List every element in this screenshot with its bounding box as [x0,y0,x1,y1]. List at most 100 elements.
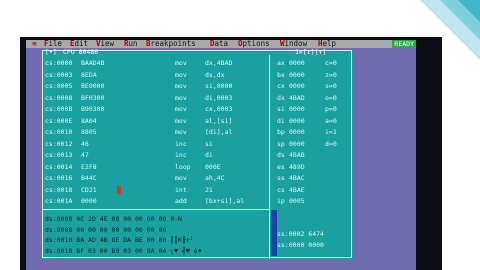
disassembly-bytes: 46 [81,139,89,148]
register-name: dx [277,93,285,102]
disassembly-args: al,[si] [205,116,233,125]
disassembly-op: loop [175,162,191,171]
menu-window[interactable]: Window [280,40,307,48]
disassembly-row[interactable]: cs:0003 8EDA mov ds,dx [45,70,263,80]
disassembly-row[interactable]: cs:0010 8805 mov [di],al [45,127,263,137]
disassembly-bytes: 8A04 [81,116,97,125]
disassembly-row[interactable]: cs:000B B90300 mov cx,0003 [45,104,263,114]
memory-dump-row[interactable]: ds:0018 BF 03 00 B9 03 00 8A 04 ┐♥ ╣♥ è♦ [45,246,269,256]
ready-status-badge: READY [392,40,416,48]
stack-row[interactable]: ss:0000 0000 [277,240,351,250]
stack-pane[interactable]: ss:0002 6474 ss:0000 0000 [277,229,351,249]
flag-row[interactable]: p=0 [325,104,349,115]
menu-run[interactable]: Run [124,40,138,48]
menu-file[interactable]: File [44,40,62,48]
register-value: 489D [289,162,305,171]
disassembly-args: [bx+si],al [205,197,245,205]
disassembly-row[interactable]: cs:0018 CD21 int 21 [45,185,263,195]
menu-breakpoints[interactable]: Breakpoints [146,40,196,48]
disassembly-op: int [175,185,187,194]
flag-row[interactable]: a=0 [325,116,349,127]
register-value: 0005 [289,197,305,205]
disassembly-op: add [175,197,187,205]
disassembly-addr: cs:0018 [45,185,73,194]
menu-breakpoints-label: reakpoints [150,40,196,48]
system-menu[interactable]: ≡ [32,40,37,48]
register-value: 0000 [289,59,305,67]
disassembly-bytes: E2F8 [81,162,97,171]
flag-row[interactable]: d=0 [325,139,349,150]
flag-row[interactable]: o=0 [325,93,349,104]
register-name: si [277,105,285,113]
menu-edit-label: dit [74,40,89,48]
menu-view[interactable]: View [96,40,114,48]
register-value: 0000 [289,128,305,136]
disassembly-op: mov [175,59,187,67]
stack-row[interactable]: ss:0002 6474 [277,229,351,239]
disassembly-row[interactable]: cs:0012 46 inc si [45,139,263,149]
disassembly-addr: cs:0016 [45,174,73,182]
disassembly-row[interactable]: cs:0013 47 inc di [45,150,263,160]
flags-pane[interactable]: c=0 z=0 s=0 o=0 p=0 a=0 i=1 d=0 [325,58,349,208]
cpu-window[interactable]: [•] CPU 80486 1=[↕][↑] cs:0000 BAAD4B mov d… [41,49,353,259]
disassembly-op: inc [175,139,187,148]
cpu-window-titlebar[interactable]: [•] CPU 80486 1=[↕][↑] [41,49,353,56]
disassembly-bytes: BE0000 [81,82,105,90]
register-name: cs [277,185,285,194]
flag-row[interactable]: i=1 [325,127,349,138]
disassembly-op: inc [175,151,187,159]
menu-file-label: ile [48,40,63,48]
register-name: es [277,162,285,171]
disassembly-bytes: BF0300 [81,93,105,102]
disassembly-row[interactable]: cs:0014 E2F8 loop 000E [45,162,263,172]
disassembly-addr: cs:0013 [45,151,73,159]
disassembly-row[interactable]: cs:0008 BF0300 mov di,0003 [45,93,263,103]
text-cursor [117,185,121,194]
disassembly-row[interactable]: cs:0005 BE0000 mov si,0000 [45,81,263,91]
disassembly-op: mov [175,105,187,113]
menu-window-label: indow [284,40,308,48]
pane-divider-horizontal [43,209,269,210]
disassembly-args: di [205,151,213,159]
disassembly-addr: cs:000E [45,116,73,125]
flag-row[interactable]: s=0 [325,81,349,92]
register-value: 4BAE [289,185,305,194]
register-name: ip [277,197,285,205]
menu-options[interactable]: Options [238,40,270,48]
disassembly-args: si [205,139,213,148]
menu-view-label: iew [100,40,115,48]
memory-dump-row[interactable]: ds:0010 BA AD 4B 8E DA BE 00 00 ║║K╫r┘ [45,235,269,245]
register-name: cx [277,82,285,90]
debugger-screen: ≡ File Edit View Run Breakpoints Data Op… [26,40,416,270]
menu-help[interactable]: Help [318,40,336,48]
disassembly-row[interactable]: cs:000E 8A04 mov al,[si] [45,116,263,126]
disassembly-bytes: 8EDA [81,70,97,79]
disassembly-args: 000E [205,162,221,171]
window-number-and-zoom[interactable]: 1=[↕][↑] [295,49,326,56]
flag-row[interactable]: c=0 [325,58,349,69]
disassembly-row[interactable]: cs:0000 BAAD4B mov dx,4BAD [45,58,263,68]
disassembly-bytes: CD21 [81,185,97,194]
flag-row[interactable]: z=0 [325,70,349,81]
disassembly-pane[interactable]: cs:0000 BAAD4B mov dx,4BAD cs:0003 8EDA mov ds,… [45,58,263,208]
disassembly-row[interactable]: cs:0016 B44C mov ah,4C [45,173,263,183]
disassembly-op: mov [175,174,187,182]
disassembly-args: ds,dx [205,70,225,79]
memory-dump-pane[interactable]: ds:0000 0C 2D 4E 00 00 00 00 00 0-N ds:00… [45,214,267,260]
disassembly-op: mov [175,128,187,136]
memory-dump-row[interactable]: ds:0000 0C 2D 4E 00 00 00 00 00 0-N [45,214,269,224]
register-value: 4BAC [289,174,305,182]
menu-edit[interactable]: Edit [70,40,88,48]
disassembly-addr: cs:001A [45,197,73,205]
disassembly-args: cx,0003 [205,105,233,113]
menu-data[interactable]: Data [210,40,228,48]
register-value: 4BAB [289,151,305,159]
menu-data-label: ata [214,40,229,48]
disassembly-addr: cs:0005 [45,82,73,90]
memory-dump-row[interactable]: ds:0008 00 00 00 00 00 00 00 00 [45,225,269,235]
close-box-icon[interactable]: [•] [45,49,57,56]
disassembly-args: si,0000 [205,82,233,90]
register-value: 0000 [289,105,305,113]
disassembly-bytes: B44C [81,174,97,182]
disassembly-row[interactable]: cs:001A 0000 add [bx+si],al [45,196,263,206]
